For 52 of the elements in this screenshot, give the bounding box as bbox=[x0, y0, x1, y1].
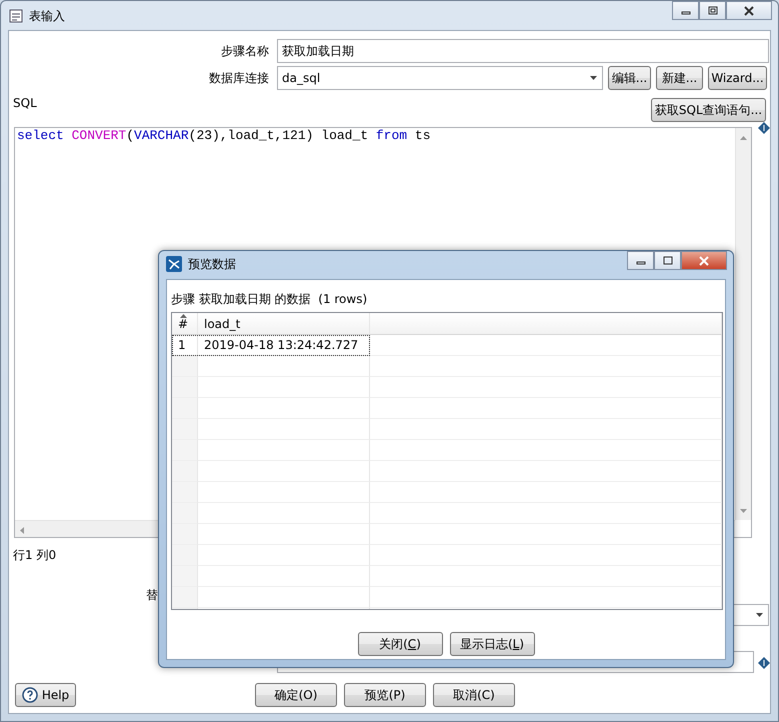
dialog-button[interactable]: 确定(O) bbox=[255, 683, 337, 707]
connection-action-button[interactable]: Wizard... bbox=[708, 66, 767, 90]
column-header[interactable]: # bbox=[172, 313, 198, 335]
table-cell bbox=[172, 524, 198, 545]
dialog-button[interactable]: 取消(C) bbox=[433, 683, 515, 707]
connection-dropdown[interactable]: da_sql bbox=[277, 66, 603, 90]
table-cell bbox=[172, 566, 198, 587]
minimize-button[interactable] bbox=[627, 251, 654, 270]
code-line: select CONVERT(VARCHAR(23),load_t,121) load_t from ts bbox=[16, 128, 432, 144]
step-name-field[interactable]: 获取加载日期 bbox=[277, 39, 769, 63]
table-cell bbox=[172, 587, 198, 608]
caret-icon bbox=[756, 613, 763, 617]
dialog-title: 预览数据 bbox=[188, 256, 236, 273]
dialog-button[interactable]: 显示日志(L) bbox=[450, 632, 534, 656]
help-button[interactable]: Help bbox=[15, 683, 76, 707]
step-name-label: 步骤名称 bbox=[220, 43, 269, 60]
help-icon bbox=[22, 687, 38, 703]
minimize-button[interactable] bbox=[672, 1, 699, 20]
close-icon bbox=[743, 6, 755, 16]
table-cell bbox=[172, 503, 198, 524]
maximize-button[interactable] bbox=[654, 251, 681, 270]
app-icon bbox=[166, 256, 182, 272]
restore-icon bbox=[708, 6, 718, 15]
table-cell bbox=[172, 461, 198, 482]
table-cell: 2019-04-18 13:24:42.727 bbox=[198, 335, 370, 356]
maximize-button[interactable] bbox=[699, 1, 726, 20]
table-cell bbox=[172, 419, 198, 440]
table-cell bbox=[172, 356, 198, 377]
window-title: 表输入 bbox=[29, 8, 65, 24]
dialog-button[interactable]: 关闭(C) bbox=[358, 632, 442, 656]
column-header[interactable]: load_t bbox=[198, 313, 370, 335]
cursor-position: 行1 列0 bbox=[13, 547, 56, 564]
table-icon bbox=[9, 8, 23, 22]
field-label: 替 bbox=[146, 587, 158, 604]
caret-icon bbox=[590, 76, 597, 80]
close-icon bbox=[698, 256, 710, 266]
maximize-icon bbox=[662, 256, 672, 265]
table-cell bbox=[172, 398, 198, 419]
table-cell bbox=[172, 482, 198, 503]
table-cell bbox=[172, 545, 198, 566]
connection-action-button[interactable]: 编辑... bbox=[608, 66, 651, 90]
connection-label: 数据库连接 bbox=[208, 70, 269, 87]
get-sql-button[interactable]: 获取SQL查询语句... bbox=[651, 98, 766, 122]
table-cell bbox=[172, 440, 198, 461]
table-cell: 1 bbox=[172, 335, 198, 356]
close-button[interactable] bbox=[726, 1, 772, 20]
table-cell bbox=[172, 377, 198, 398]
sort-icon bbox=[180, 314, 187, 318]
connection-action-button[interactable]: 新建... bbox=[656, 66, 703, 90]
sql-label: SQL bbox=[13, 95, 37, 112]
preview-caption: 步骤 获取加载日期 的数据 (1 rows) bbox=[171, 291, 368, 308]
dialog-button[interactable]: 预览(P) bbox=[344, 683, 426, 707]
